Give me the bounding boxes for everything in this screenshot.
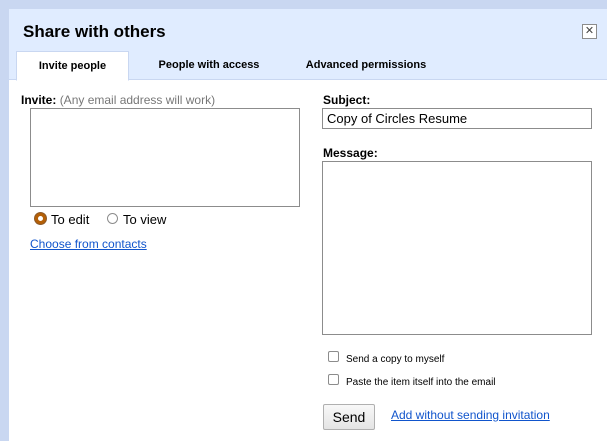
dialog-title: Share with others — [23, 22, 166, 41]
share-dialog: Share with others ✕ Invite people People… — [9, 9, 607, 441]
paste-item-checkbox[interactable] — [328, 374, 339, 385]
message-label: Message: — [323, 146, 378, 160]
send-button[interactable]: Send — [323, 404, 375, 430]
tab-bar: Invite people People with access Advance… — [9, 51, 607, 81]
subject-label: Subject: — [323, 93, 371, 107]
tab-invite-people[interactable]: Invite people — [16, 51, 129, 81]
paste-item-label: Paste the item itself into the email — [346, 377, 496, 388]
dialog-titlebar: Share with others ✕ — [9, 9, 607, 51]
subject-input[interactable] — [322, 108, 592, 129]
tab-people-with-access[interactable]: People with access — [139, 51, 279, 79]
send-copy-checkbox[interactable] — [328, 351, 339, 362]
radio-to-edit-label: To edit — [51, 212, 90, 227]
radio-to-view[interactable] — [107, 213, 118, 224]
left-border — [0, 0, 9, 441]
radio-to-view-label: To view — [123, 212, 167, 227]
invite-hint: (Any email address will work) — [59, 93, 216, 107]
radio-to-edit[interactable] — [35, 213, 46, 224]
invite-label: Invite: — [21, 93, 57, 107]
close-icon[interactable]: ✕ — [582, 24, 597, 39]
share-dialog-frame: Share with others ✕ Invite people People… — [0, 0, 607, 441]
invite-email-input[interactable] — [30, 108, 300, 207]
send-copy-label: Send a copy to myself — [346, 354, 445, 365]
add-without-sending-link[interactable]: Add without sending invitation — [391, 408, 550, 422]
message-input[interactable] — [322, 161, 592, 335]
tab-advanced-permissions[interactable]: Advanced permissions — [291, 51, 441, 79]
invite-label-group: Invite: (Any email address will work) — [21, 93, 215, 107]
top-border — [0, 0, 607, 9]
choose-from-contacts-link[interactable]: Choose from contacts — [30, 237, 147, 251]
